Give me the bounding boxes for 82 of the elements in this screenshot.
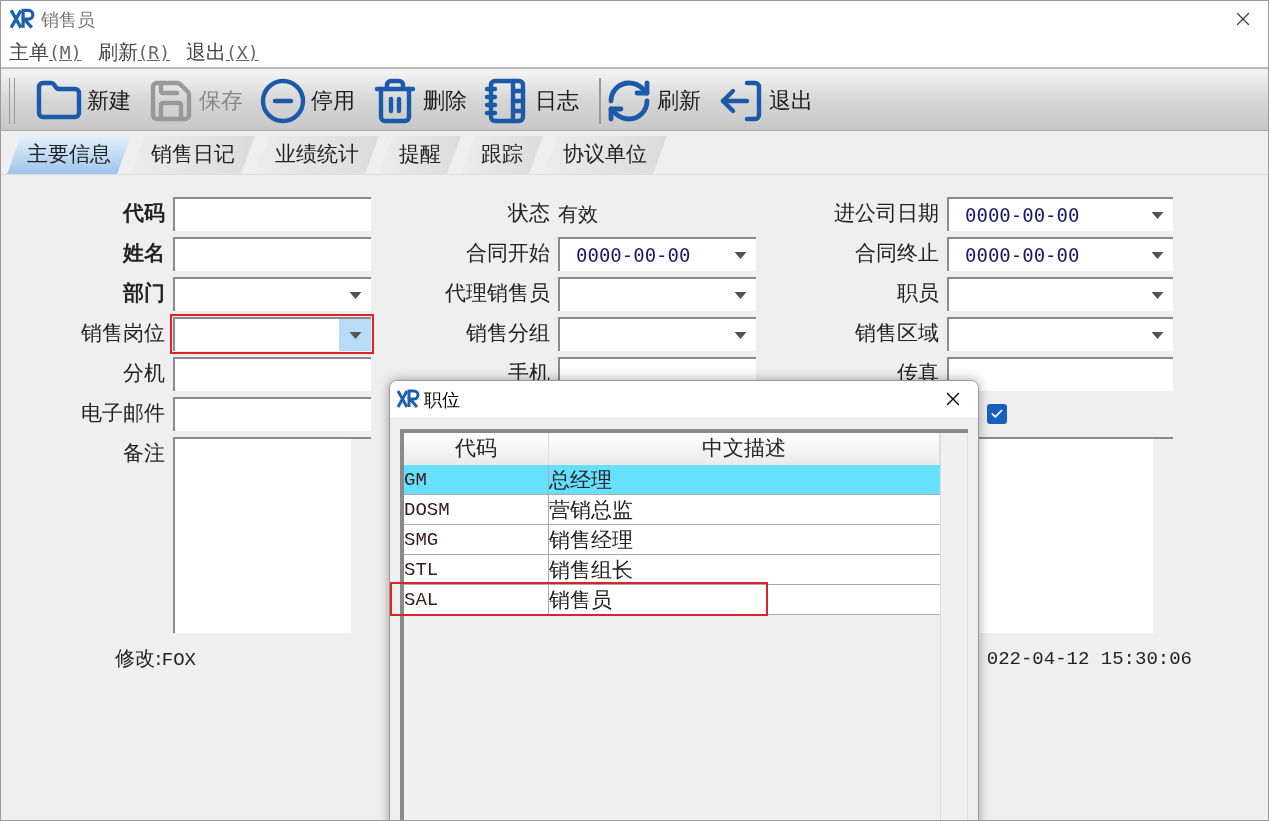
table-cell: SAL <box>404 585 549 614</box>
caret-icon <box>733 291 747 299</box>
caret-icon <box>1150 211 1164 219</box>
caret-icon <box>1150 291 1164 299</box>
table-row[interactable]: STL 销售组长 <box>404 555 941 585</box>
logo-icon <box>9 8 35 30</box>
toolbar-button[interactable]: 退出 <box>717 74 829 127</box>
field-label: 合同开始 <box>466 240 550 268</box>
minus-circle-icon <box>259 76 307 125</box>
caret-icon <box>348 331 362 339</box>
dropdown-field[interactable] <box>947 317 1173 351</box>
text-field[interactable] <box>173 237 371 271</box>
dropdown-button[interactable] <box>339 319 371 351</box>
caret-icon <box>733 331 747 339</box>
field-label: 进公司日期 <box>834 200 939 228</box>
table-row[interactable]: DOSM 营销总监 <box>404 495 941 525</box>
caret-icon <box>1150 251 1164 259</box>
table-cell: GM <box>404 465 549 494</box>
table-cell-text: 营销总监 <box>549 497 634 524</box>
field-label: 销售区域 <box>855 320 939 348</box>
field-label: 电子邮件 <box>81 400 165 428</box>
toolbar-button[interactable]: 删除 <box>371 74 483 127</box>
tab[interactable]: 业绩统计 <box>255 136 379 174</box>
date-value: 0000-00-00 <box>576 242 691 268</box>
toolbar-button[interactable]: 停用 <box>259 74 371 127</box>
menu-item[interactable]: 退出(X) <box>186 37 259 67</box>
dropdown-field[interactable] <box>173 277 371 311</box>
caret-icon <box>1150 331 1164 339</box>
field-label: 部门 <box>123 280 165 308</box>
checkbox[interactable] <box>987 404 1007 424</box>
toolbar-button[interactable]: 新建 <box>35 74 147 127</box>
table-cell: DOSM <box>404 495 549 524</box>
tab[interactable]: 跟踪 <box>461 136 543 174</box>
field-label: 分机 <box>123 360 165 388</box>
table-cell: SMG <box>404 525 549 554</box>
field-label: 合同终止 <box>855 240 939 268</box>
menu-item[interactable]: 刷新(R) <box>97 37 171 67</box>
table-cell: STL <box>404 555 549 584</box>
dropdown-field[interactable] <box>558 317 756 351</box>
table-cell-text: 销售组长 <box>549 557 634 584</box>
modified-time: 022-04-12 15:30:06 <box>986 646 1192 672</box>
caret-icon <box>733 251 747 259</box>
table-cell-text: 销售经理 <box>549 527 634 554</box>
field-label: 状态 <box>508 200 550 228</box>
caret-icon <box>348 291 362 299</box>
date-value: 0000-00-00 <box>965 202 1080 228</box>
toolbar-button[interactable]: 刷新 <box>605 74 717 127</box>
dropdown-field[interactable] <box>558 277 756 311</box>
date-dropdown[interactable]: 0000-00-00 <box>947 237 1173 271</box>
text-field[interactable] <box>173 357 371 391</box>
field-label: 销售岗位 <box>81 320 165 348</box>
tab[interactable]: 销售日记 <box>131 136 255 174</box>
date-dropdown[interactable]: 0000-00-00 <box>558 237 756 271</box>
field-label: 备注 <box>123 440 165 468</box>
modified-by: 修改:FOX <box>115 645 196 674</box>
field-label: 姓名 <box>123 240 165 268</box>
status-value: 有效 <box>558 201 598 228</box>
date-dropdown[interactable]: 0000-00-00 <box>947 197 1173 231</box>
field-label: 代码 <box>123 200 165 228</box>
window-title: 销售员 <box>41 7 95 32</box>
text-field[interactable] <box>173 197 371 231</box>
tab[interactable]: 提醒 <box>379 136 461 174</box>
date-value: 0000-00-00 <box>965 242 1080 268</box>
field-label: 销售分组 <box>466 320 550 348</box>
field-label: 职员 <box>897 280 939 308</box>
tab[interactable]: 协议单位 <box>543 136 667 174</box>
menu-item[interactable]: 主单(M) <box>9 37 82 67</box>
table-row[interactable]: SMG 销售经理 <box>404 525 941 555</box>
table-cell-text: 总经理 <box>549 467 613 494</box>
dropdown-field[interactable] <box>173 317 371 351</box>
dialog-title: 职位 <box>424 387 460 412</box>
tab[interactable]: 主要信息 <box>7 136 131 174</box>
table-row[interactable]: GM 总经理 <box>404 465 941 495</box>
notes-field[interactable] <box>173 437 371 633</box>
toolbar-button[interactable]: 日志 <box>483 74 595 127</box>
text-field[interactable] <box>947 357 1173 391</box>
check-icon <box>990 407 1004 421</box>
text-field[interactable] <box>173 397 371 431</box>
table-cell-text: 销售员 <box>549 587 613 614</box>
dropdown-field[interactable] <box>947 277 1173 311</box>
field-label: 代理销售员 <box>445 280 550 308</box>
logo-icon <box>396 389 420 409</box>
